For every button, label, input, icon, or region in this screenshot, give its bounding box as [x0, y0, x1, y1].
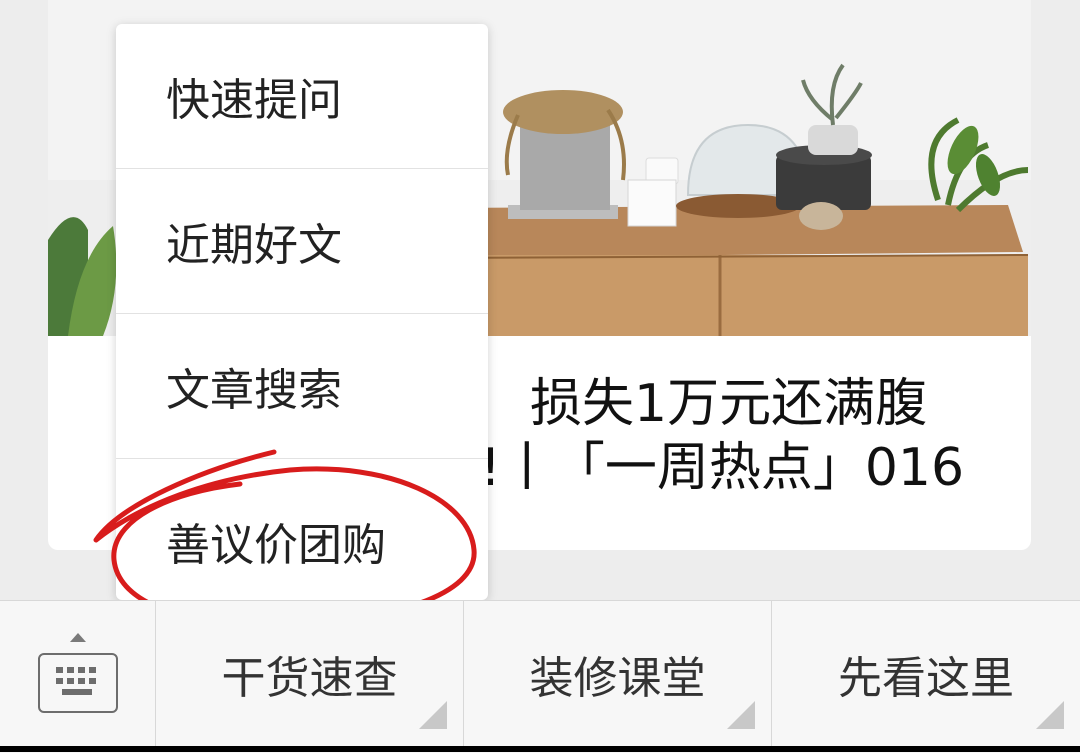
menu-item-quick-question[interactable]: 快速提问 [116, 24, 488, 168]
menu-item-article-search[interactable]: 文章搜索 [116, 313, 488, 458]
submenu-corner-icon [419, 701, 447, 729]
keyboard-icon [38, 653, 118, 713]
bottom-tab-label: 干货速查 [221, 653, 398, 704]
menu-item-label: 文章搜索 [166, 365, 342, 416]
screen-bottom-edge [0, 746, 1080, 752]
keyboard-toggle-button[interactable] [0, 601, 156, 747]
submenu-corner-icon [1036, 701, 1064, 729]
bottom-tab-quick-lookup[interactable]: 干货速查 [156, 601, 464, 747]
menu-item-recent-articles[interactable]: 近期好文 [116, 168, 488, 313]
bottom-tab-renovation-class[interactable]: 装修课堂 [464, 601, 772, 747]
bottom-tab-label: 先看这里 [838, 653, 1014, 704]
popup-submenu: 快速提问 近期好文 文章搜索 善议价团购 [116, 24, 488, 600]
menu-item-label: 善议价团购 [166, 520, 386, 571]
menu-item-label: 近期好文 [166, 220, 342, 271]
menu-item-group-buy[interactable]: 善议价团购 [116, 458, 488, 600]
bottom-tab-label: 装修课堂 [529, 653, 706, 704]
bottom-menu-bar: 干货速查 装修课堂 先看这里 [0, 600, 1080, 753]
bottom-tab-read-first[interactable]: 先看这里 [772, 601, 1080, 747]
caret-up-icon [70, 633, 86, 642]
submenu-corner-icon [727, 701, 755, 729]
menu-item-label: 快速提问 [166, 75, 342, 126]
